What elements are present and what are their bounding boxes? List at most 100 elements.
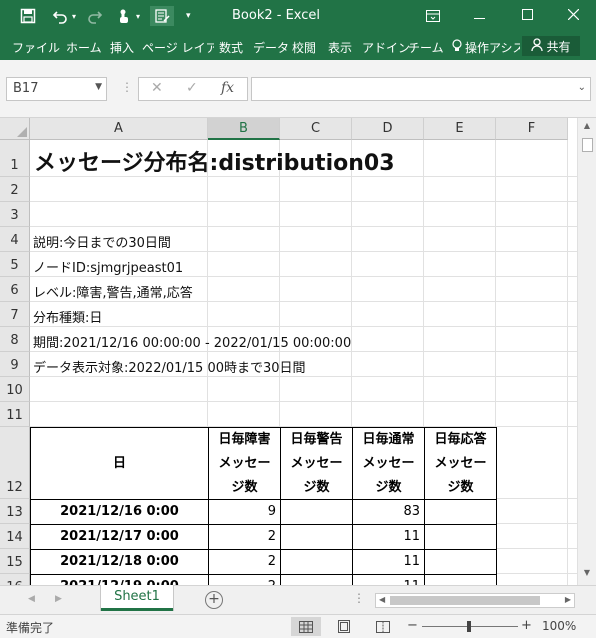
table-cell-warning[interactable] [280, 524, 353, 550]
tab-review[interactable]: 校閲 [292, 39, 316, 56]
touch-dropdown-icon[interactable]: ▾ [136, 6, 140, 26]
tab-split-grip[interactable]: ⋮ [353, 591, 365, 605]
table-cell-error[interactable]: 2 [208, 549, 281, 575]
save-icon[interactable] [20, 6, 36, 26]
tab-home[interactable]: ホーム [66, 39, 102, 56]
table-cell-normal[interactable]: 11 [352, 574, 425, 585]
add-sheet-button[interactable]: + [205, 591, 223, 609]
next-sheet-icon[interactable]: ▶ [55, 594, 62, 604]
sheet-tab-sheet1[interactable]: Sheet1 [101, 585, 173, 611]
table-cell-warning[interactable] [280, 549, 353, 575]
tab-page-layout[interactable]: ページ レイアウト [142, 39, 214, 56]
row-header-2[interactable]: 2 [0, 177, 30, 202]
close-button[interactable] [550, 0, 596, 32]
undo-icon[interactable] [52, 6, 68, 26]
zoom-in-button[interactable]: + [521, 618, 532, 633]
cell-area[interactable]: メッセージ分布名:distribution03 説明:今日までの30日間 ノードID… [30, 140, 577, 585]
zoom-slider-knob[interactable] [467, 621, 471, 632]
redo-icon[interactable] [87, 6, 103, 26]
chevron-down-icon[interactable]: ▼ [95, 82, 102, 92]
tab-insert[interactable]: 挿入 [110, 39, 134, 56]
page-layout-view-icon[interactable] [329, 617, 359, 636]
vertical-scrollbar[interactable]: ▲ ▼ [577, 118, 596, 585]
vertical-scroll-thumb[interactable] [582, 138, 593, 152]
row-header-10[interactable]: 10 [0, 377, 30, 402]
table-cell-date[interactable]: 2021/12/18 0:00 [30, 549, 209, 575]
table-cell-normal[interactable]: 11 [352, 549, 425, 575]
row-header-1[interactable]: 1 [0, 140, 30, 177]
horizontal-scroll-thumb[interactable] [390, 596, 540, 605]
table-cell-date[interactable]: 2021/12/19 0:00 [30, 574, 209, 585]
table-cell-response[interactable] [424, 499, 497, 525]
scroll-right-icon[interactable]: ▶ [565, 595, 571, 604]
tab-addins[interactable]: アドイン [362, 39, 410, 56]
table-cell-response[interactable] [424, 549, 497, 575]
row-header-4[interactable]: 4 [0, 227, 30, 252]
name-box[interactable]: B17 ▼ [6, 77, 107, 101]
table-cell-error[interactable]: 9 [208, 499, 281, 525]
column-header-a[interactable]: A [30, 118, 208, 140]
table-cell-warning[interactable] [280, 574, 353, 585]
row-header-12[interactable]: 12 [0, 427, 30, 499]
share-button[interactable]: 共有 [522, 36, 580, 56]
tell-me-box[interactable]: 操作アシスト [452, 39, 520, 56]
scroll-up-icon[interactable]: ▲ [581, 121, 593, 135]
customize-qat-icon[interactable]: ▾ [186, 6, 191, 26]
row-header-14[interactable]: 14 [0, 524, 30, 549]
row-header-7[interactable]: 7 [0, 302, 30, 327]
table-cell-date[interactable]: 2021/12/16 0:00 [30, 499, 209, 525]
scroll-down-icon[interactable]: ▼ [581, 568, 593, 582]
formula-bar-grip-icon[interactable]: ⋮ [121, 80, 133, 94]
column-header-b[interactable]: B [208, 118, 280, 140]
row-header-5[interactable]: 5 [0, 252, 30, 277]
table-cell-normal[interactable]: 83 [352, 499, 425, 525]
table-cell-warning[interactable] [280, 499, 353, 525]
expand-formula-icon[interactable]: ⌄ [578, 82, 586, 93]
zoom-level[interactable]: 100% [542, 619, 576, 633]
row-header-6[interactable]: 6 [0, 277, 30, 302]
column-header-c[interactable]: C [280, 118, 352, 140]
prev-sheet-icon[interactable]: ◀ [28, 594, 35, 604]
tab-data[interactable]: データ [253, 39, 289, 56]
table-header-cell[interactable]: 日毎障害 メッセー ジ数 [208, 427, 281, 500]
tab-view[interactable]: 表示 [328, 39, 352, 56]
minimize-button[interactable] [456, 0, 502, 32]
tab-team[interactable]: チーム [408, 39, 444, 56]
worksheet-grid[interactable]: ABCDEF 12345678910111213141516 メッセージ分布名:… [0, 118, 577, 585]
tab-file[interactable]: ファイル [12, 39, 60, 56]
formula-input[interactable]: ⌄ [251, 77, 591, 101]
row-header-3[interactable]: 3 [0, 202, 30, 227]
form-icon[interactable] [150, 6, 174, 26]
tab-formulas[interactable]: 数式 [219, 39, 243, 56]
table-cell-normal[interactable]: 11 [352, 524, 425, 550]
insert-function-button[interactable]: fx [221, 80, 234, 96]
column-header-f[interactable]: F [496, 118, 568, 140]
table-cell-response[interactable] [424, 524, 497, 550]
select-all-button[interactable] [0, 118, 30, 140]
maximize-button[interactable] [504, 0, 550, 32]
cancel-icon[interactable]: ✕ [151, 80, 163, 96]
column-header-e[interactable]: E [424, 118, 496, 140]
row-header-16[interactable]: 16 [0, 574, 30, 585]
horizontal-scrollbar[interactable]: ◀ ▶ [375, 593, 575, 608]
row-header-11[interactable]: 11 [0, 402, 30, 427]
enter-icon[interactable]: ✓ [186, 80, 198, 96]
row-header-13[interactable]: 13 [0, 499, 30, 524]
table-cell-error[interactable]: 2 [208, 524, 281, 550]
column-header-d[interactable]: D [352, 118, 424, 140]
table-header-cell[interactable]: 日毎通常 メッセー ジ数 [352, 427, 425, 500]
scroll-left-icon[interactable]: ◀ [379, 595, 385, 604]
ribbon-display-icon[interactable] [426, 6, 440, 26]
table-cell-date[interactable]: 2021/12/17 0:00 [30, 524, 209, 550]
row-header-15[interactable]: 15 [0, 549, 30, 574]
page-break-view-icon[interactable] [368, 617, 398, 636]
table-cell-error[interactable]: 2 [208, 574, 281, 585]
zoom-out-button[interactable]: − [407, 618, 418, 633]
undo-dropdown-icon[interactable]: ▾ [72, 6, 76, 26]
table-header-cell[interactable]: 日毎応答 メッセー ジ数 [424, 427, 497, 500]
table-cell-response[interactable] [424, 574, 497, 585]
table-header-cell[interactable]: 日毎警告 メッセー ジ数 [280, 427, 353, 500]
normal-view-icon[interactable] [291, 617, 321, 636]
touch-mode-icon[interactable] [117, 6, 131, 26]
row-header-8[interactable]: 8 [0, 327, 30, 352]
